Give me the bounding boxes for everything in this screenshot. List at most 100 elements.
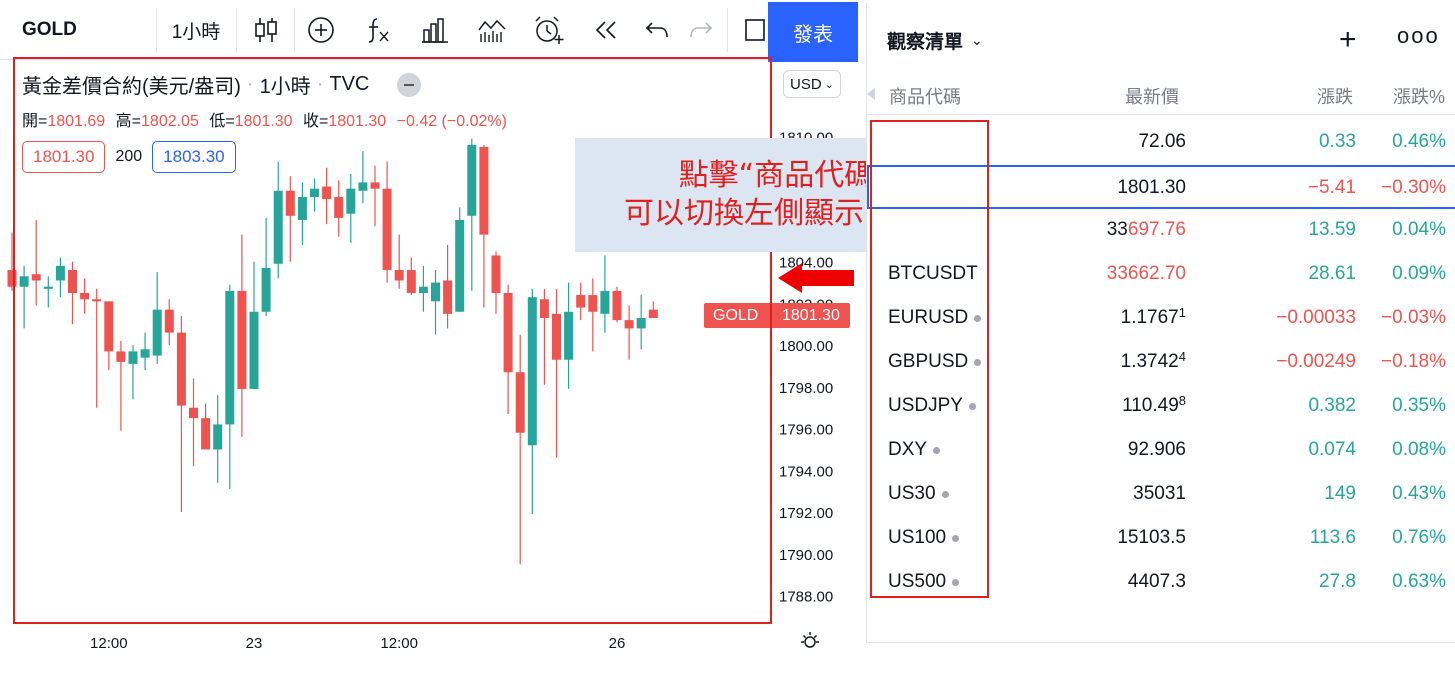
row-change-percent: 0.76% — [1392, 527, 1446, 548]
watchlist-row[interactable]: 33697.76 13.59 0.04% — [867, 209, 1455, 253]
undo-icon[interactable] — [632, 0, 682, 60]
bar-chart-icon[interactable] — [408, 0, 462, 60]
add-circle-icon[interactable] — [294, 0, 348, 60]
row-last-price: 4407.3 — [1127, 571, 1186, 592]
candle-body — [600, 290, 610, 314]
watchlist-rows: 72.06 0.33 0.46% 1801.30 −5.41 −0.30% 33697.76… — [867, 121, 1455, 605]
row-symbol[interactable]: US30 — [888, 483, 949, 505]
interval-button[interactable]: 1小時 — [160, 0, 232, 60]
candle-body — [104, 301, 114, 352]
watchlist-title-dropdown[interactable]: 觀察清單 ⌄ — [887, 27, 983, 54]
candle-body — [394, 270, 404, 281]
candle-body — [189, 407, 198, 419]
candle — [225, 284, 235, 490]
candle — [539, 288, 549, 385]
row-symbol[interactable]: BTCUSDT — [888, 263, 978, 285]
candle — [636, 295, 646, 350]
rewind-icon[interactable] — [579, 0, 633, 60]
close-value: 1801.30 — [328, 113, 387, 130]
publish-button[interactable]: 發表 — [768, 2, 858, 62]
y-axis-tick-label: 1798.00 — [779, 380, 833, 397]
candle — [600, 255, 610, 333]
candle — [588, 278, 598, 352]
watchlist-row[interactable]: US500 4407.3 27.8 0.63% — [867, 561, 1455, 605]
column-header-change-percent[interactable]: 漲跌% — [1393, 83, 1445, 109]
redo-icon[interactable] — [676, 0, 726, 60]
row-change-percent: −0.03% — [1381, 307, 1446, 328]
legend-symbol-description[interactable]: 黃金差價合約(美元/盎司) — [22, 70, 241, 99]
indicator-icon[interactable] — [465, 0, 519, 60]
toolbar-divider — [156, 8, 157, 52]
status-dot-icon — [974, 314, 982, 322]
watchlist-row[interactable]: BTCUSDT 33662.70 28.61 0.09% — [867, 253, 1455, 297]
candle — [140, 332, 150, 371]
row-last-price: 35031 — [1133, 483, 1186, 504]
y-axis-tick-label: 1790.00 — [779, 547, 833, 564]
alarm-add-icon[interactable] — [522, 0, 576, 60]
quantity-value[interactable]: 200 — [115, 148, 142, 166]
row-change-percent: 0.04% — [1392, 219, 1446, 240]
watchlist-row[interactable]: DXY 92.906 0.074 0.08% — [867, 429, 1455, 473]
y-axis-tick-label: 1796.00 — [779, 422, 833, 439]
watchlist-row[interactable]: 1801.30 −5.41 −0.30% — [867, 165, 1455, 209]
row-symbol[interactable]: DXY — [888, 439, 941, 461]
watchlist-row[interactable]: US30 35031 149 0.43% — [867, 473, 1455, 517]
candle — [152, 272, 162, 364]
candle — [201, 403, 211, 450]
candle — [334, 180, 344, 237]
row-last-price: 33662.70 — [1106, 263, 1186, 284]
row-symbol[interactable]: US100 — [888, 527, 960, 549]
x-axis-tick-label: 12:00 — [90, 635, 128, 652]
row-change: 13.59 — [1308, 219, 1356, 240]
candle — [285, 176, 295, 262]
buy-button[interactable]: 1803.30 — [152, 141, 236, 173]
candle — [7, 232, 17, 291]
row-change-percent: 0.35% — [1392, 395, 1446, 416]
x-axis-tick-label: 23 — [246, 635, 263, 652]
candle — [527, 288, 537, 515]
candle — [346, 174, 356, 243]
candle-body — [431, 282, 440, 302]
candle-body — [370, 182, 380, 189]
row-symbol[interactable]: GBPUSD — [888, 351, 982, 373]
status-dot-icon — [968, 402, 976, 410]
candle — [394, 234, 404, 289]
layout-icon[interactable] — [734, 0, 768, 60]
candles-icon[interactable] — [239, 0, 293, 60]
row-symbol[interactable]: USDJPY — [888, 395, 976, 417]
arrow-left-icon — [778, 263, 854, 293]
row-last-price: 72.06 — [1138, 131, 1186, 152]
row-last-price: 1.17671 — [1120, 305, 1186, 328]
row-symbol[interactable]: US500 — [888, 571, 960, 593]
watchlist-row[interactable]: 72.06 0.33 0.46% — [867, 121, 1455, 165]
symbol-search-button[interactable]: GOLD — [8, 0, 148, 60]
sell-button[interactable]: 1801.30 — [22, 141, 106, 173]
candle-body — [31, 274, 41, 281]
watchlist-row[interactable]: US100 15103.5 113.6 0.76% — [867, 517, 1455, 561]
candle — [213, 395, 223, 483]
currency-dropdown[interactable]: USD ⌄ — [783, 70, 841, 98]
candle — [370, 165, 380, 227]
column-header-change[interactable]: 漲跌 — [1317, 83, 1353, 109]
candle — [19, 265, 29, 329]
watchlist-row[interactable]: USDJPY 110.498 0.382 0.35% — [867, 385, 1455, 429]
row-change: 28.61 — [1308, 263, 1356, 284]
candle-body — [116, 351, 126, 362]
candle-body — [564, 311, 574, 360]
candle-body — [624, 320, 634, 329]
row-symbol[interactable]: EURUSD — [888, 307, 982, 329]
candle — [624, 305, 634, 360]
gear-icon[interactable] — [798, 630, 822, 657]
watchlist-row[interactable]: GBPUSD 1.37424 −0.00249 −0.18% — [867, 341, 1455, 385]
column-header-symbol[interactable]: 商品代碼 — [889, 83, 961, 109]
column-header-last[interactable]: 最新價 — [1125, 83, 1179, 109]
watchlist-row[interactable]: EURUSD 1.17671 −0.00033 −0.03% — [867, 297, 1455, 341]
collapse-icon[interactable] — [397, 72, 422, 97]
candle-body — [261, 267, 271, 312]
plus-icon[interactable]: + — [1339, 23, 1357, 57]
row-change: 27.8 — [1319, 571, 1356, 592]
low-value: 1801.30 — [234, 113, 293, 130]
toolbar-divider — [236, 8, 237, 52]
more-icon[interactable]: ooo — [1397, 23, 1440, 49]
fx-icon[interactable] — [351, 0, 405, 60]
